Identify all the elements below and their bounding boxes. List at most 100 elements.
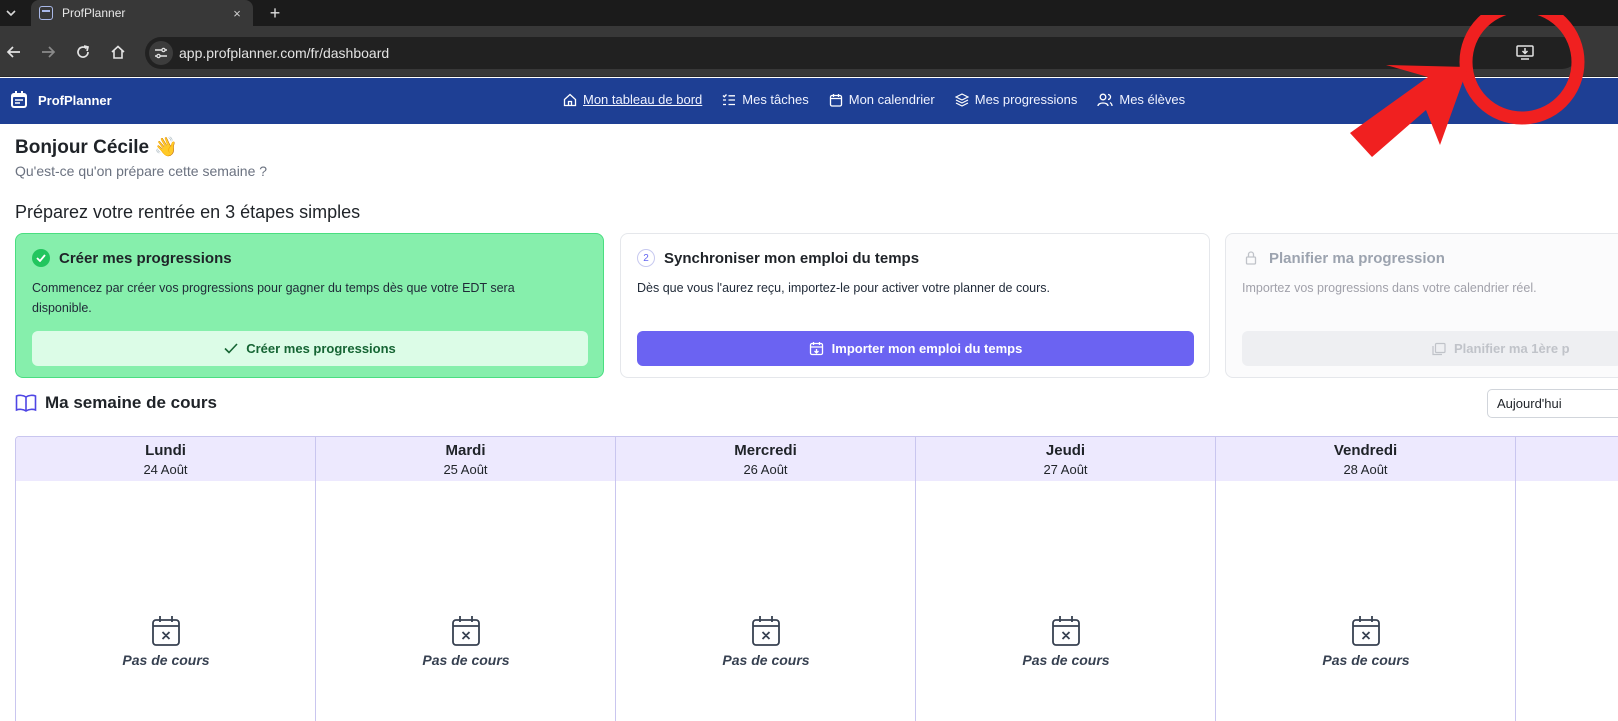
- day-date: 25 Août: [443, 462, 488, 477]
- day-header: Vendredi 28 Août: [1216, 437, 1515, 481]
- no-class-text: Pas de cours: [1022, 652, 1110, 668]
- users-icon: [1097, 93, 1114, 106]
- lock-icon: [1245, 251, 1257, 265]
- copy-calendar-icon: [1432, 342, 1446, 355]
- day-name: Jeudi: [1045, 442, 1086, 459]
- calendar-icon: [829, 93, 842, 107]
- nav-dashboard[interactable]: Mon tableau de bord: [563, 92, 702, 107]
- site-settings-icon[interactable]: [149, 41, 173, 65]
- day-header: [1516, 437, 1618, 481]
- step-2-title: Synchroniser mon emploi du temps: [664, 249, 920, 267]
- import-timetable-button-label: Importer mon emploi du temps: [831, 341, 1023, 356]
- day-column-wednesday: Mercredi 26 Août Pas de cours: [616, 437, 916, 721]
- no-class-text: Pas de cours: [722, 652, 810, 668]
- brand[interactable]: ProfPlanner: [9, 90, 112, 110]
- nav-tasks[interactable]: Mes tâches: [722, 92, 809, 107]
- day-date: 24 Août: [143, 462, 188, 477]
- step-3-title: Planifier ma progression: [1269, 249, 1445, 267]
- create-progressions-button-label: Créer mes progressions: [246, 341, 396, 356]
- day-column-tuesday: Mardi 25 Août Pas de cours: [316, 437, 616, 721]
- no-class-text: Pas de cours: [422, 652, 510, 668]
- install-app-icon[interactable]: [1514, 41, 1536, 63]
- nav-dashboard-label: Mon tableau de bord: [583, 92, 703, 107]
- main-nav: Mon tableau de bord Mes tâches Mon calen…: [563, 92, 1185, 107]
- steps-heading: Préparez votre rentrée en 3 étapes simpl…: [15, 202, 361, 222]
- day-name: Vendredi: [1333, 442, 1398, 459]
- brand-name: ProfPlanner: [38, 92, 112, 108]
- tasks-icon: [722, 93, 736, 105]
- no-class-text: Pas de cours: [1322, 652, 1410, 668]
- tab-title: ProfPlanner: [62, 6, 126, 20]
- layers-icon: [954, 92, 969, 107]
- greeting-title: Bonjour Cécile 👋: [15, 137, 179, 158]
- greeting-subtitle: Qu'est-ce qu'on prépare cette semaine ?: [15, 163, 268, 179]
- home-icon: [563, 93, 577, 106]
- day-date: 28 Août: [1343, 462, 1388, 477]
- nav-students-label: Mes élèves: [1119, 92, 1186, 107]
- day-name: Lundi: [145, 442, 186, 459]
- forward-icon[interactable]: [37, 41, 59, 63]
- nav-students[interactable]: Mes élèves: [1097, 92, 1185, 107]
- calendar-import-icon: [809, 342, 823, 356]
- day-header: Mercredi 26 Août: [616, 437, 915, 481]
- browser-tab[interactable]: ProfPlanner ×: [31, 0, 253, 26]
- profplanner-favicon-icon: [39, 6, 53, 20]
- week-grid: Lundi 24 Août Pas de cours Mardi 25 Août…: [15, 436, 1618, 721]
- day-date: 27 Août: [1043, 462, 1088, 477]
- address-bar[interactable]: app.profplanner.com/fr/dashboard: [145, 37, 1578, 69]
- step-card-plan-progression: Planifier ma progression Importez vos pr…: [1225, 233, 1618, 378]
- day-body: Pas de cours: [16, 481, 315, 721]
- week-heading: Ma semaine de cours: [15, 393, 217, 413]
- browser-tab-bar: ProfPlanner × +: [0, 0, 1618, 26]
- calendar-x-icon: [752, 616, 780, 646]
- step-1-text: Commencez par créer vos progressions pou…: [32, 281, 515, 315]
- nav-progressions-label: Mes progressions: [974, 92, 1078, 107]
- back-icon[interactable]: [3, 41, 25, 63]
- check-icon: [224, 343, 238, 354]
- url-text: app.profplanner.com/fr/dashboard: [179, 45, 390, 61]
- calendar-x-icon: [1052, 616, 1080, 646]
- step-done-check-icon: [32, 249, 50, 267]
- day-column-friday: Vendredi 28 Août Pas de cours: [1216, 437, 1516, 721]
- profplanner-logo-icon: [11, 91, 27, 108]
- step-1-title: Créer mes progressions: [59, 249, 232, 267]
- day-header: Lundi 24 Août: [16, 437, 315, 481]
- day-column-weekend: [1516, 437, 1618, 721]
- create-progressions-button[interactable]: Créer mes progressions: [32, 331, 588, 366]
- step-card-sync-timetable: 2 Synchroniser mon emploi du temps Dès q…: [620, 233, 1210, 378]
- day-column-thursday: Jeudi 27 Août Pas de cours: [916, 437, 1216, 721]
- calendar-x-icon: [452, 616, 480, 646]
- calendar-x-icon: [152, 616, 180, 646]
- new-tab-button[interactable]: +: [265, 3, 285, 23]
- day-body: Pas de cours: [916, 481, 1215, 721]
- nav-calendar[interactable]: Mon calendrier: [829, 92, 935, 107]
- plan-progression-button[interactable]: Planifier ma 1ère p: [1242, 331, 1618, 366]
- calendar-x-icon: [1352, 616, 1380, 646]
- nav-progressions[interactable]: Mes progressions: [954, 92, 1078, 107]
- day-body: Pas de cours: [316, 481, 615, 721]
- step-2-badge: 2: [637, 249, 655, 267]
- step-3-text: Importez vos progressions dans votre cal…: [1242, 281, 1537, 295]
- browser-toolbar: app.profplanner.com/fr/dashboard: [0, 26, 1618, 77]
- plan-progression-button-label: Planifier ma 1ère p: [1454, 341, 1570, 356]
- today-button[interactable]: Aujourd'hui: [1487, 389, 1618, 418]
- step-card-create-progressions: Créer mes progressions Commencez par cré…: [15, 233, 604, 378]
- home-browser-icon[interactable]: [107, 41, 129, 63]
- day-header: Jeudi 27 Août: [916, 437, 1215, 481]
- day-date: 26 Août: [743, 462, 788, 477]
- tab-list-chevron-icon[interactable]: [0, 0, 22, 26]
- day-column-monday: Lundi 24 Août Pas de cours: [16, 437, 316, 721]
- day-body: Pas de cours: [1216, 481, 1515, 721]
- step-2-text: Dès que vous l'aurez reçu, importez-le p…: [637, 281, 1051, 295]
- nav-calendar-label: Mon calendrier: [848, 92, 935, 107]
- no-class-text: Pas de cours: [122, 652, 210, 668]
- open-book-icon: [15, 394, 37, 412]
- tab-close-icon[interactable]: ×: [229, 6, 245, 21]
- reload-icon[interactable]: [72, 41, 94, 63]
- day-body: Pas de cours: [616, 481, 915, 721]
- app-header: ProfPlanner Mon tableau de bord Mes tâch…: [0, 78, 1618, 124]
- nav-tasks-label: Mes tâches: [742, 92, 809, 107]
- day-header: Mardi 25 Août: [316, 437, 615, 481]
- week-title: Ma semaine de cours: [45, 393, 217, 412]
- import-timetable-button[interactable]: Importer mon emploi du temps: [637, 331, 1194, 366]
